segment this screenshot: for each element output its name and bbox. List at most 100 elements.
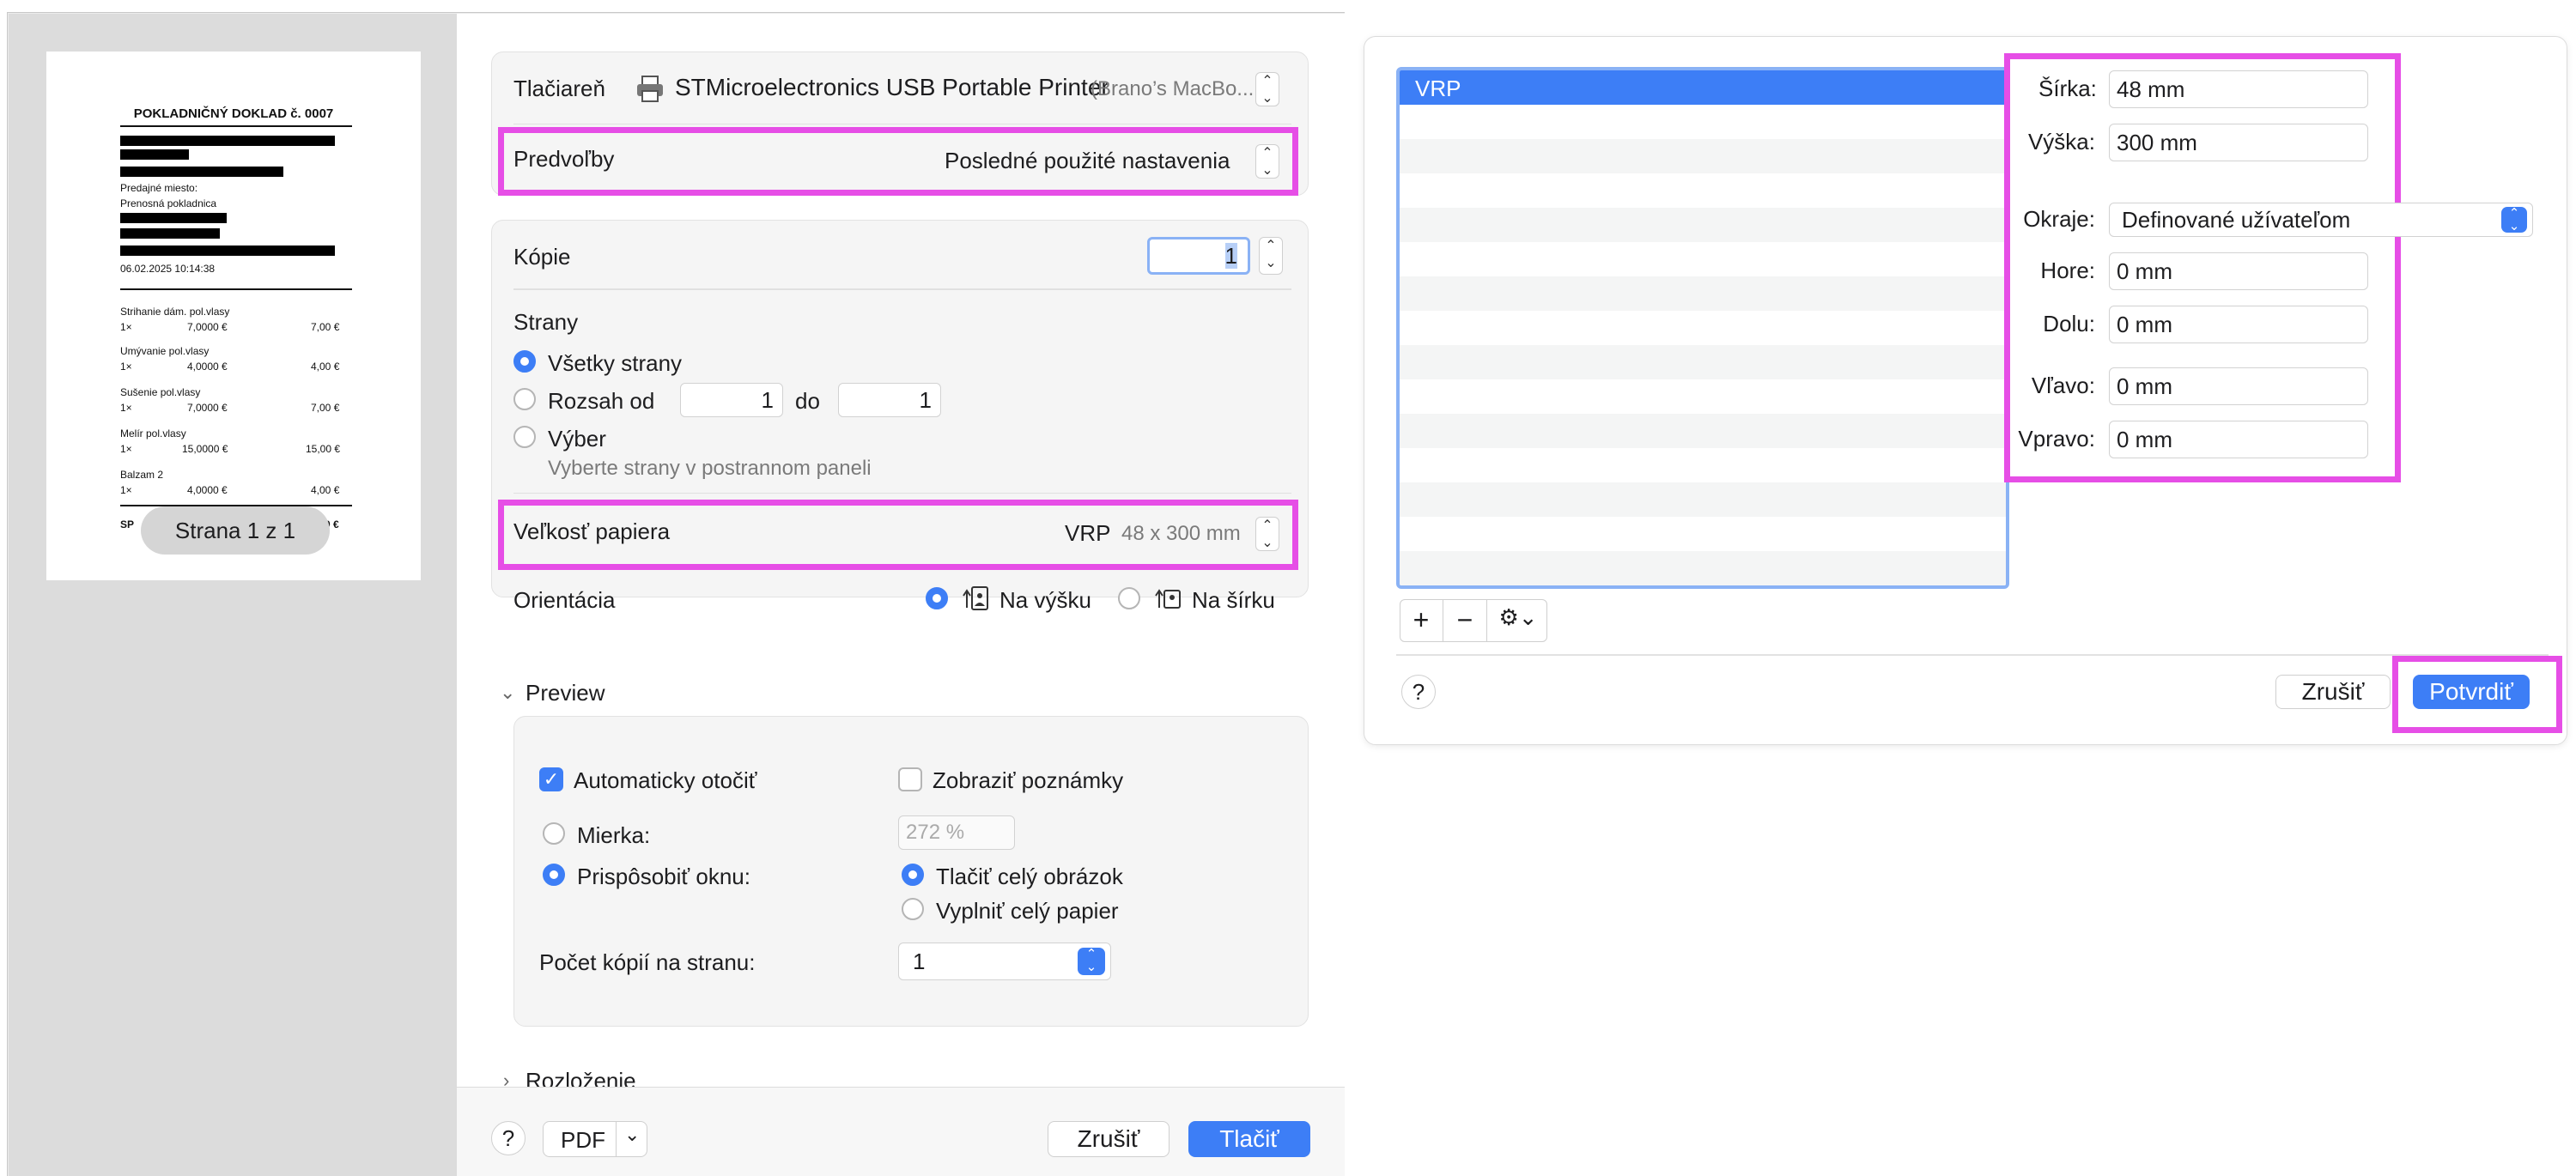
receipt-place-value: Prenosná pokladnica xyxy=(120,197,217,209)
receipt-item-qty: 1× xyxy=(120,443,132,455)
margins-chevron-icon: ⌃ ⌄ xyxy=(2501,207,2527,233)
copies-per-page-label: Počet kópií na stranu: xyxy=(539,949,756,975)
receipt-divider xyxy=(120,125,352,127)
paper-size-list[interactable]: VRP xyxy=(1396,67,2009,589)
pages-selection-hint: Vyberte strany v postrannom paneli xyxy=(548,457,872,480)
margins-value: Definované užívateľom xyxy=(2122,207,2351,233)
pages-label: Strany xyxy=(513,309,579,335)
copies-value: 1 xyxy=(1224,243,1237,269)
pages-range-radio[interactable] xyxy=(513,388,536,410)
portrait-icon xyxy=(960,584,989,613)
orientation-portrait-label: Na výšku xyxy=(999,587,1091,613)
receipt-item-name: Strihanie dám. pol.vlasy xyxy=(120,306,230,318)
list-item[interactable]: VRP xyxy=(1400,70,2006,105)
range-from-input[interactable]: 1 xyxy=(680,383,783,417)
printer-host: (Brano’s MacBo... xyxy=(1091,77,1255,100)
scale-radio[interactable] xyxy=(543,822,565,845)
pdf-divider xyxy=(616,1122,617,1156)
left-margin-label: Vľavo: xyxy=(2031,373,2095,398)
printer-select-chevron-icon[interactable]: ⌃ ⌄ xyxy=(1255,72,1279,106)
top-input[interactable]: 0 mm xyxy=(2109,252,2368,290)
list-stripe xyxy=(1400,276,2006,311)
margins-label: Okraje: xyxy=(2023,206,2095,232)
print-entire-radio[interactable] xyxy=(902,864,924,886)
receipt-item-qty: 1× xyxy=(120,321,132,333)
copies-input[interactable]: 1 xyxy=(1147,237,1250,275)
receipt-item-name: Umývanie pol.vlasy xyxy=(120,345,210,357)
orientation-landscape-radio[interactable] xyxy=(1118,587,1140,609)
print-cancel-button[interactable]: Zrušiť xyxy=(1048,1121,1170,1157)
printer-icon xyxy=(635,74,665,103)
printer-name[interactable]: STMicroelectronics USB Portable Printer xyxy=(675,74,1109,101)
fill-paper-radio[interactable] xyxy=(902,898,924,920)
remove-button[interactable]: − xyxy=(1443,599,1486,642)
copies-divider xyxy=(513,288,1291,290)
add-button[interactable]: + xyxy=(1400,599,1443,642)
receipt-item-unit: 15,0000 € xyxy=(182,443,228,455)
pages-all-label: Všetky strany xyxy=(548,350,683,376)
orientation-landscape-label: Na šírku xyxy=(1192,587,1275,613)
highlight-paper-size xyxy=(498,500,1298,570)
range-to-label: do xyxy=(795,388,820,414)
print-button[interactable]: Tlačiť xyxy=(1188,1121,1310,1157)
show-notes-checkbox[interactable] xyxy=(898,767,922,791)
copies-per-page-chevron-icon: ⌃ ⌄ xyxy=(1078,948,1105,975)
height-label: Výška: xyxy=(2027,129,2095,155)
highlight-presets xyxy=(498,127,1298,196)
pages-all-radio[interactable] xyxy=(513,350,536,373)
copies-per-page-select[interactable]: 1 ⌃ ⌄ xyxy=(898,943,1111,980)
printer-label: Tlačiareň xyxy=(513,76,605,101)
receipt-title: POKLADNIČNÝ DOKLAD č. 0007 xyxy=(133,106,334,121)
receipt-item-name: Sušenie pol.vlasy xyxy=(120,386,201,398)
print-help-button[interactable]: ? xyxy=(491,1121,526,1155)
list-stripe xyxy=(1400,551,2006,585)
margins-select[interactable]: Definované užívateľom ⌃ ⌄ xyxy=(2109,203,2533,237)
receipt-item-total: 15,00 € xyxy=(306,443,341,455)
redaction xyxy=(120,136,335,146)
receipt-item-unit: 4,0000 € xyxy=(187,484,228,496)
paper-cancel-button[interactable]: Zrušiť xyxy=(2275,675,2391,709)
receipt-item-name: Melír pol.vlasy xyxy=(120,427,186,439)
scale-input[interactable]: 272 % xyxy=(898,815,1015,850)
orientation-portrait-radio[interactable] xyxy=(926,587,948,609)
fit-radio[interactable] xyxy=(543,864,565,886)
preview-section-title[interactable]: Preview xyxy=(526,680,605,706)
auto-rotate-label: Automaticky otočiť xyxy=(574,767,757,793)
redaction xyxy=(120,246,335,256)
scale-label: Mierka: xyxy=(577,822,651,848)
top-label: Hore: xyxy=(2040,258,2095,283)
copies-per-page-value: 1 xyxy=(913,949,926,974)
list-item-label: VRP xyxy=(1415,76,1461,101)
left-margin-input[interactable]: 0 mm xyxy=(2109,367,2368,405)
receipt-item-unit: 7,0000 € xyxy=(187,321,228,333)
page-badge: Strana 1 z 1 xyxy=(141,506,330,555)
receipt-divider xyxy=(120,288,352,290)
receipt-item-unit: 4,0000 € xyxy=(187,361,228,373)
redaction xyxy=(120,228,220,239)
pages-selection-radio[interactable] xyxy=(513,426,536,448)
receipt-preview[interactable]: POKLADNIČNÝ DOKLAD č. 0007 Predajné mies… xyxy=(46,52,421,580)
list-stripe xyxy=(1400,139,2006,173)
auto-rotate-checkbox[interactable]: ✓ xyxy=(539,767,563,791)
copies-label: Kópie xyxy=(513,244,571,270)
list-stripe xyxy=(1400,482,2006,517)
paper-size-divider xyxy=(513,493,1291,494)
fit-label: Prispôsobiť oknu: xyxy=(577,864,750,889)
right-margin-input[interactable]: 0 mm xyxy=(2109,421,2368,458)
receipt-item-total: 7,00 € xyxy=(311,402,340,414)
width-label: Šírka: xyxy=(2038,76,2097,101)
landscape-icon xyxy=(1152,584,1182,613)
redaction xyxy=(120,213,227,223)
preview-chevron-down-icon[interactable]: ⌄ xyxy=(500,682,515,704)
height-input[interactable]: 300 mm xyxy=(2109,124,2368,161)
bottom-label: Dolu: xyxy=(2043,311,2095,336)
paper-help-button[interactable]: ? xyxy=(1401,675,1436,709)
receipt-datetime: 06.02.2025 10:14:38 xyxy=(120,263,216,275)
width-input[interactable]: 48 mm xyxy=(2109,70,2368,108)
range-to-input[interactable]: 1 xyxy=(838,383,941,417)
bottom-input[interactable]: 0 mm xyxy=(2109,306,2368,343)
list-stripe xyxy=(1400,414,2006,448)
gear-menu-icon[interactable]: ⚙⌄ xyxy=(1491,604,1546,639)
pdf-menu-button[interactable]: PDF ⌄ xyxy=(543,1121,647,1157)
copies-stepper[interactable]: ⌃ ⌄ xyxy=(1259,237,1283,275)
